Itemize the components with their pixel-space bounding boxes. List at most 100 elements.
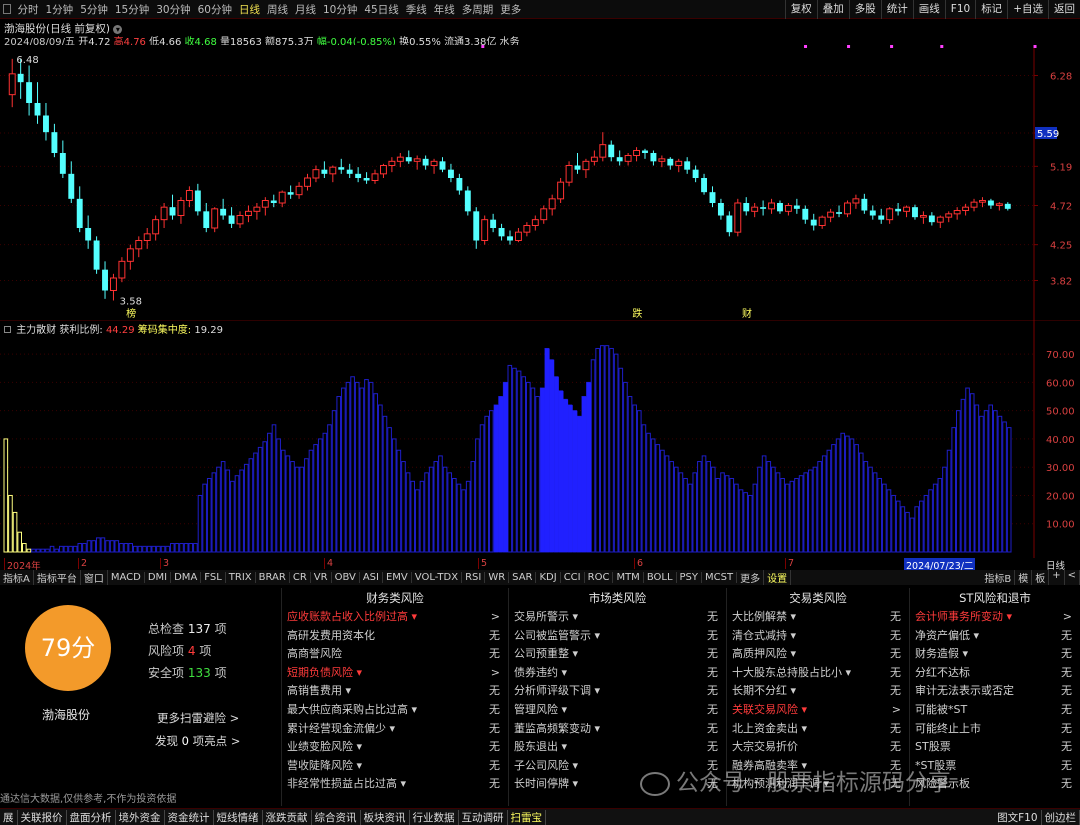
risk-row[interactable]: 长期不分红 ▾ 无	[727, 682, 909, 701]
period-tab-3[interactable]: 15分钟	[111, 2, 152, 17]
indicator-tab-9[interactable]: CR	[290, 572, 311, 583]
period-tab-11[interactable]: 季线	[402, 2, 430, 17]
indicator-chart[interactable]: 70.00 60.00 50.00 40.00 30.00 20.00 10.00	[0, 320, 1080, 558]
risk-row[interactable]: 高研发费用资本化 无	[282, 627, 508, 646]
more-scan-link[interactable]: 更多扫雷避险 >	[157, 710, 239, 726]
bottom-tab-3[interactable]: 境外资金	[116, 809, 165, 825]
risk-row[interactable]: 交易所警示 ▾ 无	[509, 608, 726, 627]
period-tab-5[interactable]: 60分钟	[194, 2, 235, 17]
period-tab-1[interactable]: 1分钟	[42, 2, 77, 17]
bottom-tab-2[interactable]: 盘面分析	[67, 809, 116, 825]
risk-row[interactable]: 债券违约 ▾ 无	[509, 664, 726, 683]
tool-button-4[interactable]: 画线	[912, 0, 945, 19]
indicator-tab-11[interactable]: OBV	[332, 572, 360, 583]
indicator-tab-20[interactable]: ROC	[585, 572, 614, 583]
risk-row[interactable]: 高质押风险 ▾ 无	[727, 645, 909, 664]
risk-row[interactable]: ST股票 无	[910, 738, 1080, 757]
risk-row[interactable]: 可能被*ST 无	[910, 701, 1080, 720]
period-tab-2[interactable]: 5分钟	[77, 2, 112, 17]
risk-row[interactable]: 分红不达标 无	[910, 664, 1080, 683]
indicator-tab-22[interactable]: BOLL	[644, 572, 677, 583]
indicator-tab-19[interactable]: CCI	[561, 572, 585, 583]
indicator-tab-17[interactable]: SAR	[509, 572, 537, 583]
risk-row[interactable]: 业绩变脸风险 ▾ 无	[282, 738, 508, 757]
risk-row[interactable]: 十大股东总持股占比小 ▾ 无	[727, 664, 909, 683]
risk-row[interactable]: 北上资金卖出 ▾ 无	[727, 720, 909, 739]
period-tab-13[interactable]: 多周期	[458, 2, 497, 17]
period-tab-14[interactable]: 更多	[497, 2, 525, 17]
indicator-tab-6[interactable]: FSL	[201, 572, 226, 583]
bottom-tab-6[interactable]: 涨跌贡献	[263, 809, 312, 825]
period-tab-0[interactable]: 分时	[14, 2, 42, 17]
event-mark[interactable]: 榜	[126, 307, 136, 320]
tool-button-3[interactable]: 统计	[880, 0, 913, 19]
indicator-tab-0[interactable]: 指标A	[0, 570, 34, 585]
event-mark[interactable]: 跌	[632, 307, 642, 320]
risk-row[interactable]: 董监高频繁变动 ▾ 无	[509, 720, 726, 739]
period-tab-12[interactable]: 年线	[430, 2, 458, 17]
risk-row[interactable]: 会计师事务所变动 ▾ >	[910, 608, 1080, 627]
indicator-tab-21[interactable]: MTM	[613, 572, 644, 583]
indicator-tab-8[interactable]: BRAR	[256, 572, 290, 583]
period-tab-8[interactable]: 月线	[292, 2, 320, 17]
risk-row[interactable]: 大宗交易折价 无	[727, 738, 909, 757]
risk-row[interactable]: 分析师评级下调 ▾ 无	[509, 682, 726, 701]
highlight-link[interactable]: 发现 0 项亮点 >	[155, 733, 240, 749]
risk-row[interactable]: 高销售费用 ▾ 无	[282, 682, 508, 701]
indicator-tab-1[interactable]: 指标平台	[34, 570, 81, 585]
bottom-tab-0[interactable]: 展	[0, 809, 18, 825]
risk-row[interactable]: 管理风险 ▾ 无	[509, 701, 726, 720]
risk-row[interactable]: 关联交易风险 ▾ >	[727, 701, 909, 720]
indicator-tab-10[interactable]: VR	[311, 572, 332, 583]
indicator-right-tab-0[interactable]: 指标B	[981, 570, 1016, 585]
indicator-tab-25[interactable]: 更多	[737, 570, 765, 585]
bottom-tab-1[interactable]: 关联报价	[18, 809, 67, 825]
risk-row[interactable]: 清仓式减持 ▾ 无	[727, 627, 909, 646]
indicator-tab-15[interactable]: RSI	[462, 572, 486, 583]
tool-button-2[interactable]: 多股	[848, 0, 881, 19]
event-mark[interactable]: 财	[742, 307, 752, 320]
risk-row[interactable]: 非经常性损益占比过高 ▾ 无	[282, 775, 508, 794]
indicator-tab-5[interactable]: DMA	[171, 572, 202, 583]
bottom-tab-9[interactable]: 行业数据	[410, 809, 459, 825]
risk-row[interactable]: 公司预重整 ▾ 无	[509, 645, 726, 664]
tool-button-1[interactable]: 叠加	[816, 0, 849, 19]
risk-row[interactable]: 应收账款占收入比例过高 ▾ >	[282, 608, 508, 627]
indicator-tab-12[interactable]: ASI	[360, 572, 383, 583]
indicator-tab-26[interactable]: 设置	[764, 570, 792, 585]
indicator-tab-2[interactable]: 窗口	[81, 570, 108, 585]
risk-row[interactable]: 高商誉风险 无	[282, 645, 508, 664]
indicator-right-tab-2[interactable]: 板	[1032, 570, 1050, 585]
risk-row[interactable]: 净资产偏低 ▾ 无	[910, 627, 1080, 646]
indicator-name[interactable]: 主力散财	[16, 325, 56, 336]
indicator-tab-13[interactable]: EMV	[383, 572, 412, 583]
tool-button-7[interactable]: +自选	[1007, 0, 1048, 19]
indicator-right-tab-1[interactable]: 模	[1015, 570, 1033, 585]
bottom-tab-10[interactable]: 互动调研	[459, 809, 508, 825]
bottom-tab-8[interactable]: 板块资讯	[361, 809, 410, 825]
period-tab-10[interactable]: 45日线	[361, 2, 402, 17]
bottom-tab-11[interactable]: 扫雷宝	[508, 809, 546, 825]
indicator-tab-7[interactable]: TRIX	[226, 572, 256, 583]
period-tab-7[interactable]: 周线	[264, 2, 292, 17]
risk-row[interactable]: 可能终止上市 无	[910, 720, 1080, 739]
tool-button-0[interactable]: 复权	[784, 0, 817, 19]
bottom-right-tab-0[interactable]: 图文F10	[994, 809, 1042, 825]
period-tab-4[interactable]: 30分钟	[153, 2, 194, 17]
indicator-tab-18[interactable]: KDJ	[536, 572, 561, 583]
tool-button-8[interactable]: 返回	[1048, 0, 1080, 19]
risk-row[interactable]: 大比例解禁 ▾ 无	[727, 608, 909, 627]
risk-row[interactable]: 累计经营现金流偏少 ▾ 无	[282, 720, 508, 739]
indicator-tab-14[interactable]: VOL-TDX	[412, 572, 463, 583]
period-tab-6[interactable]: 日线	[236, 2, 264, 17]
tool-button-6[interactable]: 标记	[975, 0, 1007, 19]
bottom-tab-5[interactable]: 短线情绪	[214, 809, 263, 825]
period-tab-9[interactable]: 10分钟	[320, 2, 361, 17]
risk-row[interactable]: 股东退出 ▾ 无	[509, 738, 726, 757]
candlestick-chart[interactable]: 6.285.595.194.724.253.826.483.58榜跌财$	[0, 45, 1080, 320]
risk-row[interactable]: 营收陡降风险 ▾ 无	[282, 757, 508, 776]
indicator-right-tab-3[interactable]: +	[1049, 570, 1065, 585]
bottom-tab-7[interactable]: 综合资讯	[312, 809, 361, 825]
indicator-right-tab-4[interactable]: <	[1065, 570, 1080, 585]
indicator-tab-4[interactable]: DMI	[145, 572, 172, 583]
